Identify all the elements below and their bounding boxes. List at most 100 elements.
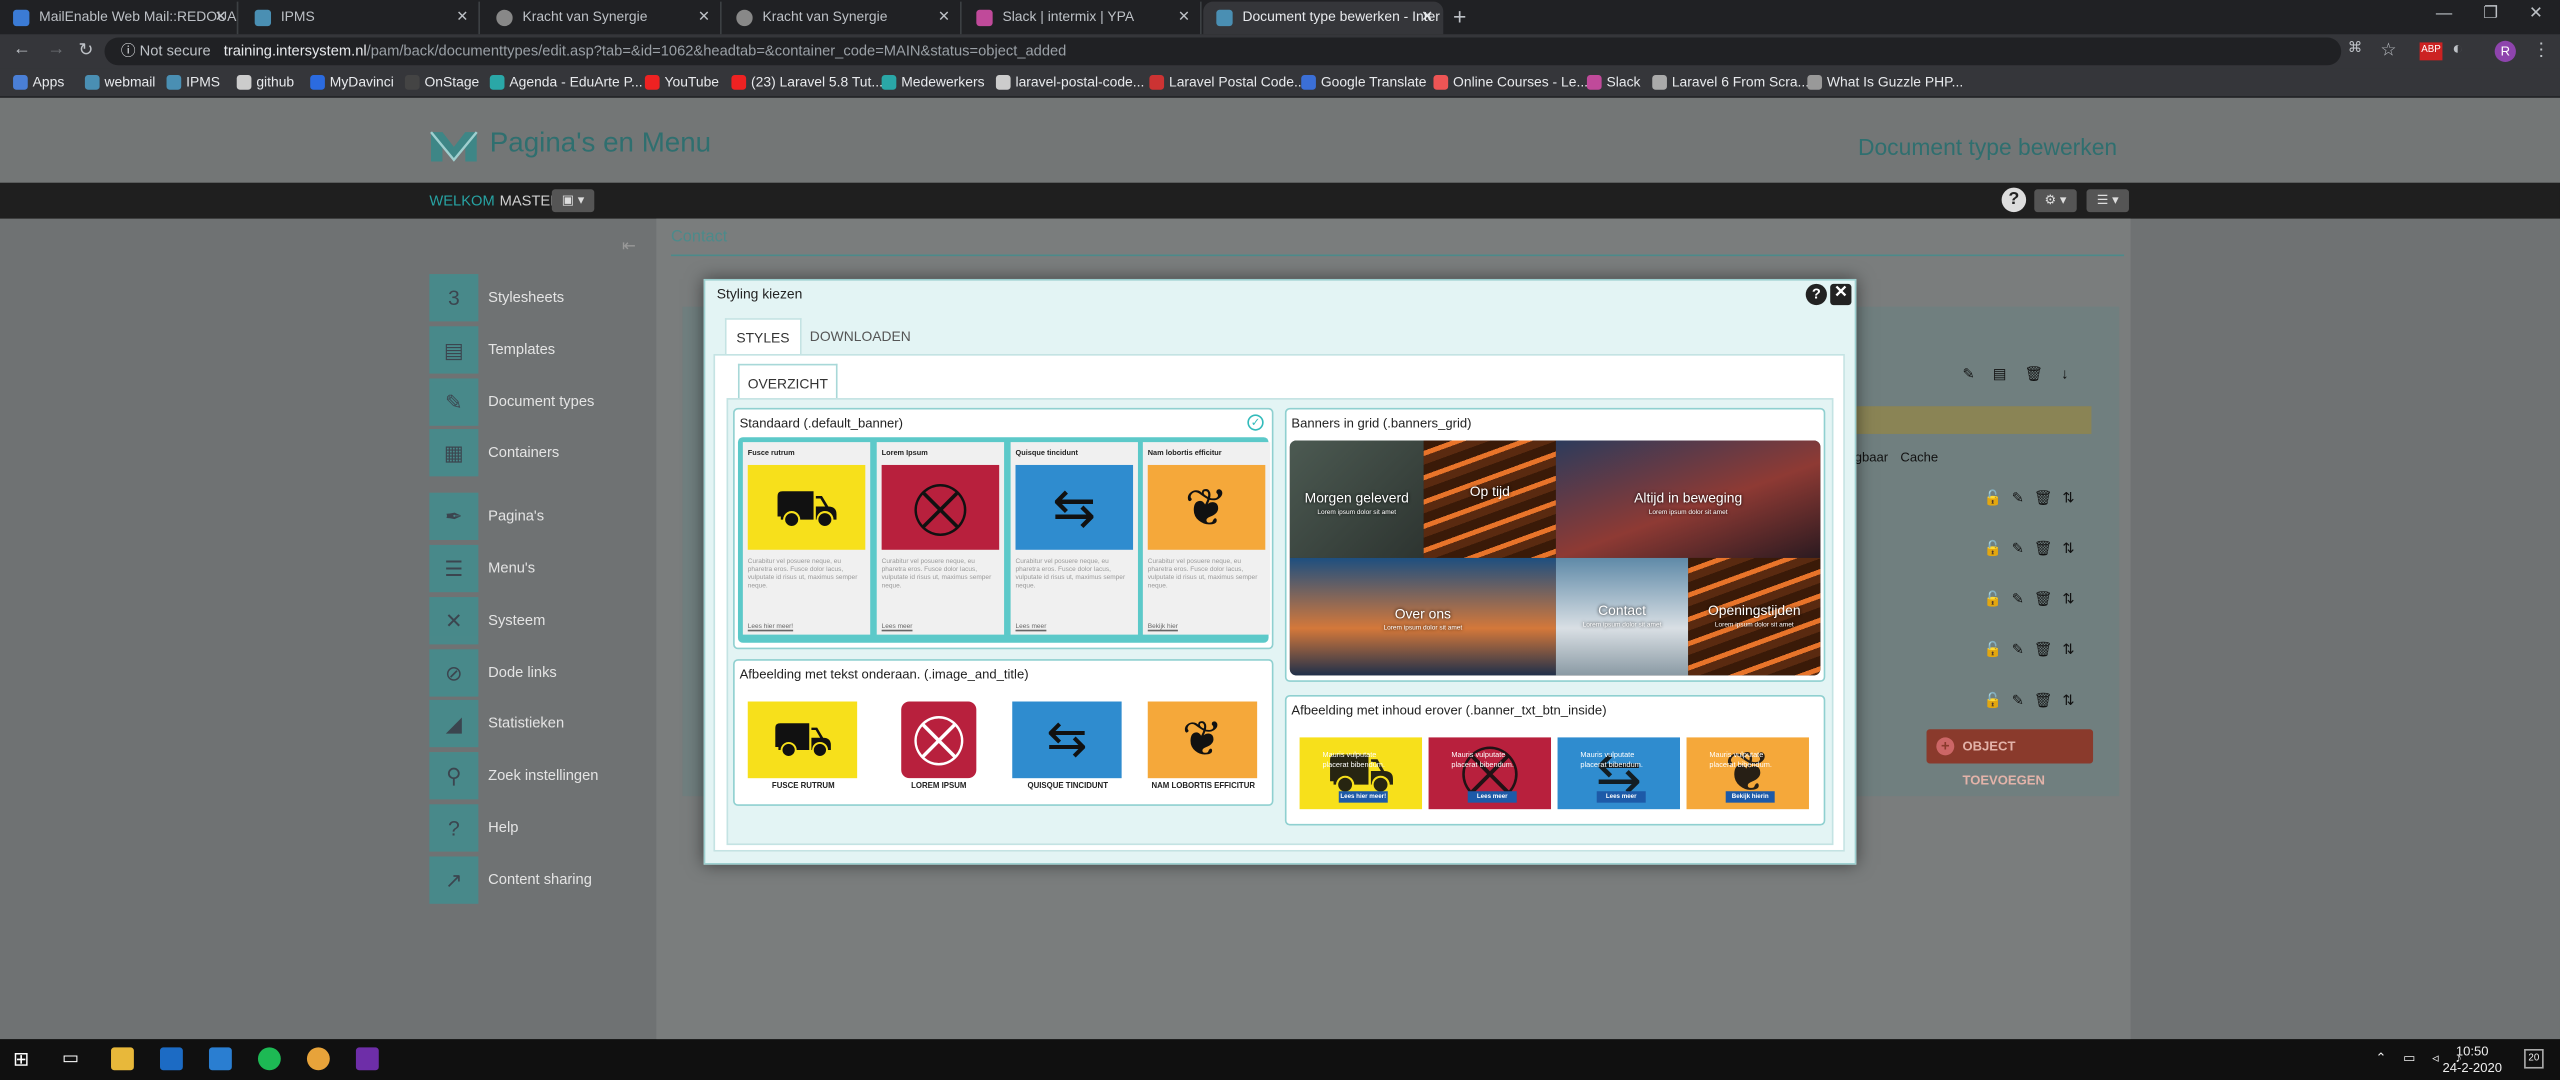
clock[interactable]: 10:50 24-2-2020 — [2442, 1044, 2502, 1077]
close-window-icon[interactable]: ✕ — [2529, 5, 2543, 23]
info-icon[interactable]: ⓘ — [121, 42, 140, 58]
close-icon[interactable]: ✕ — [1178, 2, 1190, 33]
section-title: Contact — [671, 228, 728, 247]
browser-tab-bar: MailEnable Web Mail::REDOUAN ✕ IPMS ✕ Krac… — [0, 0, 2560, 35]
preview-heading: Fusce rutrum — [747, 448, 795, 457]
sidebar-item-menus[interactable]: ☰ Menu's — [429, 542, 656, 594]
bookmark-icon — [644, 75, 660, 90]
star-icon[interactable]: ☆ — [2380, 39, 2396, 61]
add-object-button[interactable]: + OBJECT TOEVOEGEN — [1926, 729, 2094, 788]
chart-icon: ◢ — [429, 700, 479, 748]
browser-tab[interactable]: IPMS ✕ — [242, 1, 480, 35]
bookmark-item[interactable]: Apps — [13, 73, 64, 90]
adblock-icon[interactable]: ABP — [2419, 42, 2443, 61]
restore-icon[interactable]: ❐ — [2483, 5, 2498, 23]
row-actions[interactable]: 🔓✎🗑⇅ — [1984, 540, 2085, 558]
vscode-icon[interactable] — [208, 1047, 232, 1071]
new-tab-icon[interactable]: + — [1453, 3, 1466, 29]
bookmark-item[interactable]: Agenda - EduArte P... — [489, 73, 643, 90]
close-icon[interactable]: ✕ — [1421, 2, 1433, 33]
bookmark-item[interactable]: webmail — [84, 73, 155, 90]
globe-icon — [496, 9, 513, 27]
sidebar-item-systeem[interactable]: ✕ Systeem — [429, 593, 656, 645]
close-icon[interactable]: ✕ — [215, 2, 227, 33]
bookmark-item[interactable]: Laravel Postal Code... — [1149, 73, 1306, 90]
bookmark-item[interactable]: Online Courses - Le... — [1433, 73, 1588, 90]
forward-icon[interactable]: → — [47, 39, 65, 59]
bookmark-item[interactable]: laravel-postal-code... — [995, 73, 1144, 90]
bookmark-item[interactable]: github — [236, 73, 294, 90]
grid-cell: Op tijd — [1423, 440, 1556, 558]
sidebar-item-document-types[interactable]: ✎ Document types — [429, 375, 656, 427]
collapse-sidebar-icon[interactable]: ⇤ — [622, 238, 636, 256]
bookmark-item[interactable]: OnStage — [404, 73, 479, 90]
user-menu-button[interactable]: ▣ ▾ — [551, 189, 595, 213]
row-actions[interactable]: 🔓✎🗑⇅ — [1984, 489, 2085, 507]
bookmark-icon — [1652, 75, 1667, 90]
sidebar-item-content-sharing[interactable]: ↗ Content sharing — [429, 853, 656, 905]
tab-downloaden[interactable]: DOWNLOADEN — [800, 318, 921, 354]
extension-icon[interactable]: ◐ — [2452, 39, 2463, 59]
hamburger-menu-button[interactable]: ☰ ▾ — [2086, 189, 2129, 213]
chrome-icon[interactable] — [306, 1047, 330, 1071]
notifications-icon[interactable]: 20 — [2524, 1049, 2544, 1069]
slack-icon — [976, 9, 993, 27]
row-actions[interactable]: 🔓✎🗑⇅ — [1984, 591, 2085, 609]
reload-icon[interactable]: ↻ — [78, 39, 93, 61]
sidebar-item-templates[interactable]: ▤ Templates — [429, 323, 656, 375]
windows-start-icon[interactable]: ⊞ — [13, 1047, 36, 1070]
bookmark-item[interactable]: Medewerkers — [881, 73, 985, 90]
sidebar-item-zoek-instellingen[interactable]: ⚲ Zoek instellingen — [429, 749, 656, 801]
sidebar: 3 Stylesheets ▤ Templates ✎ Document types … — [429, 271, 656, 905]
row-actions[interactable]: 🔓✎🗑⇅ — [1984, 641, 2085, 659]
sidebar-item-dode-links[interactable]: ⊘ Dode links — [429, 645, 656, 697]
translate-icon[interactable]: ⌘ — [2348, 39, 2363, 57]
close-icon[interactable]: ✕ — [456, 2, 468, 33]
spotify-icon[interactable] — [257, 1047, 281, 1071]
help-icon[interactable]: ? — [1805, 283, 1827, 306]
profile-avatar[interactable]: R — [2494, 40, 2516, 62]
preview-banner: ❦ Mauris vulputate placerat bibendum. Beki… — [1686, 737, 1809, 810]
divider — [671, 254, 2125, 257]
bookmark-item[interactable]: MyDavinci — [310, 73, 394, 90]
close-icon[interactable]: ✕ — [938, 2, 950, 33]
bookmark-item[interactable]: Google Translate — [1301, 73, 1427, 90]
preview-banner: ⇆ Mauris vulputate placerat bibendum. Lees… — [1557, 737, 1680, 810]
sidebar-item-paginas[interactable]: ✒ Pagina's — [429, 490, 656, 542]
close-icon[interactable]: ✕ — [1830, 283, 1852, 306]
preview-heading: Nam lobortis efficitur — [1147, 448, 1222, 457]
bookmark-item[interactable]: Laravel 6 From Scra... — [1652, 73, 1809, 90]
file-explorer-icon[interactable] — [111, 1047, 134, 1071]
browser-tab[interactable]: Kracht van Synergie ✕ — [723, 1, 962, 35]
sidebar-item-stylesheets[interactable]: 3 Stylesheets — [429, 271, 656, 323]
tab-styles[interactable]: STYLES — [724, 318, 801, 355]
sidebar-item-help[interactable]: ? Help — [429, 801, 656, 853]
back-icon[interactable]: ← — [13, 39, 31, 59]
browser-tab[interactable]: Slack | intermix | YPA ✕ — [963, 1, 1202, 35]
phpstorm-icon[interactable] — [355, 1047, 379, 1071]
bookmark-item[interactable]: YouTube — [644, 73, 719, 90]
url-bar[interactable]: ⓘ Not secure training.intersystem.nl/pam/… — [104, 37, 2342, 66]
minimize-icon[interactable]: — — [2436, 5, 2452, 23]
bookmark-item[interactable]: (23) Laravel 5.8 Tut... — [731, 73, 883, 90]
panel-tools[interactable]: ✎▤🗑↓ — [1962, 365, 2086, 383]
bookmark-icon — [13, 75, 28, 90]
settings-dropdown-button[interactable]: ⚙ ▾ — [2034, 189, 2077, 213]
col-header-cache: Cache — [1900, 450, 1939, 465]
row-actions[interactable]: 🔓✎🗑⇅ — [1984, 692, 2085, 710]
task-view-icon[interactable]: ▭ — [62, 1047, 85, 1070]
sidebar-item-containers[interactable]: ▦ Containers — [429, 426, 656, 478]
sidebar-item-statistieken[interactable]: ◢ Statistieken — [429, 697, 656, 749]
bookmark-item[interactable]: What Is Guzzle PHP... — [1807, 73, 1963, 90]
bookmark-item[interactable]: Slack — [1586, 73, 1640, 90]
close-icon[interactable]: ✕ — [698, 2, 710, 33]
outlook-icon[interactable] — [159, 1047, 183, 1071]
help-icon[interactable]: ? — [2001, 187, 2027, 213]
tab-overzicht[interactable]: OVERZICHT — [737, 363, 838, 400]
browser-tab[interactable]: Kracht van Synergie ✕ — [483, 1, 722, 35]
bookmark-item[interactable]: IPMS — [166, 73, 220, 90]
menu-kebab-icon[interactable]: ⋮ — [2532, 39, 2550, 61]
card-title: Afbeelding met tekst onderaan. (.image_a… — [739, 667, 1029, 682]
browser-tab-active[interactable]: Document type bewerken - Inter ✕ — [1203, 1, 1444, 35]
browser-tab[interactable]: MailEnable Web Mail::REDOUAN ✕ — [0, 1, 239, 35]
